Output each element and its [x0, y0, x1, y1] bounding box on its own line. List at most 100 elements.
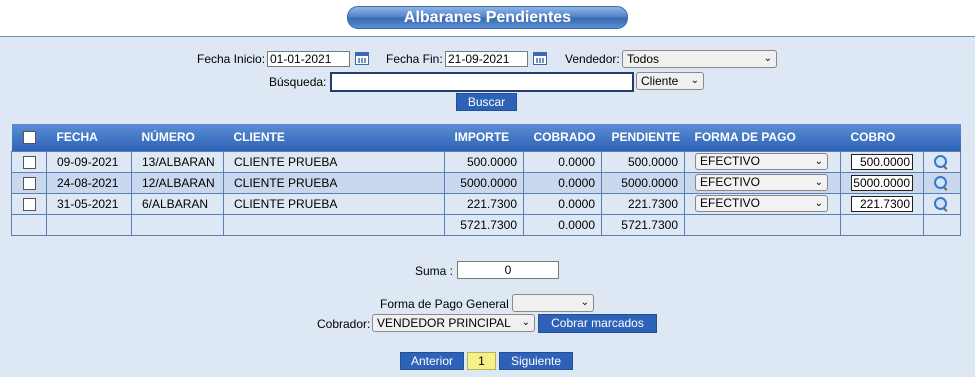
suma-input[interactable]: 0	[457, 261, 559, 279]
header-cobro: COBRO	[840, 124, 924, 151]
chevron-down-icon: ⌄	[814, 156, 823, 167]
header-numero: NÚMERO	[131, 124, 224, 151]
cell-forma-pago: EFECTIVO ⌄	[684, 171, 841, 194]
vendedor-select[interactable]: Todos ⌄	[622, 50, 777, 68]
total-importe: 5721.7300	[444, 213, 524, 236]
header-fecha: FECHA	[46, 124, 132, 151]
search-field-value: Cliente	[641, 74, 679, 88]
cell-view	[923, 171, 961, 194]
table-row: 31-05-2021 6/ALBARAN CLIENTE PRUEBA 221.…	[11, 192, 961, 215]
previous-page-button[interactable]: Anterior	[400, 352, 464, 370]
cobrar-marcados-button[interactable]: Cobrar marcados	[538, 314, 657, 333]
chevron-down-icon: ⌄	[763, 53, 772, 64]
totals-empty-cell	[223, 213, 445, 236]
cell-forma-pago: EFECTIVO ⌄	[684, 150, 841, 173]
row-checkbox[interactable]	[22, 155, 36, 169]
calendar-icon[interactable]	[533, 52, 547, 65]
cell-fecha: 09-09-2021	[46, 150, 132, 173]
select-all-checkbox[interactable]	[22, 131, 36, 145]
row-select-cell	[11, 171, 47, 194]
fecha-fin-label: Fecha Fin:	[386, 52, 443, 66]
magnifier-icon[interactable]	[934, 175, 948, 190]
forma-pago-value: EFECTIVO	[700, 196, 761, 210]
totals-empty-cell	[923, 213, 961, 236]
fecha-fin-input[interactable]: 21-09-2021	[445, 51, 528, 67]
forma-pago-value: EFECTIVO	[700, 154, 761, 168]
buscar-button[interactable]: Buscar	[456, 93, 517, 111]
cell-view	[923, 150, 961, 173]
total-cobrado: 0.0000	[523, 213, 602, 236]
cell-numero: 6/ALBARAN	[131, 192, 224, 215]
cell-importe: 221.7300	[444, 192, 524, 215]
totals-row: 5721.7300 0.0000 5721.7300	[11, 213, 961, 236]
cell-importe: 500.0000	[444, 150, 524, 173]
forma-pago-select[interactable]: EFECTIVO ⌄	[695, 174, 828, 191]
cell-cobrado: 0.0000	[523, 171, 602, 194]
cell-cliente: CLIENTE PRUEBA	[223, 171, 445, 194]
forma-pago-select[interactable]: EFECTIVO ⌄	[695, 195, 828, 212]
table-row: 24-08-2021 12/ALBARAN CLIENTE PRUEBA 500…	[11, 171, 961, 194]
cell-pendiente: 221.7300	[601, 192, 685, 215]
search-field-select[interactable]: Cliente ⌄	[636, 72, 704, 90]
cell-cliente: CLIENTE PRUEBA	[223, 150, 445, 173]
vendedor-select-value: Todos	[627, 52, 660, 66]
totals-empty-cell	[684, 213, 841, 236]
cell-cobrado: 0.0000	[523, 192, 602, 215]
cobro-input[interactable]: 5000.0000	[851, 174, 913, 191]
magnifier-icon[interactable]	[934, 196, 948, 211]
suma-label: Suma :	[415, 264, 454, 278]
cobro-input[interactable]: 221.7300	[851, 195, 913, 212]
magnifier-icon[interactable]	[934, 154, 948, 169]
cobrador-label: Cobrador:	[317, 317, 371, 331]
header-forma-pago: FORMA DE PAGO	[684, 124, 841, 151]
fecha-inicio-input[interactable]: 01-01-2021	[267, 51, 350, 67]
header-pendiente: PENDIENTE	[601, 124, 685, 151]
header-importe: IMPORTE	[444, 124, 524, 151]
forma-pago-value: EFECTIVO	[700, 175, 761, 189]
totals-empty-cell	[131, 213, 224, 236]
cobro-input[interactable]: 500.0000	[851, 153, 913, 170]
table-row: 09-09-2021 13/ALBARAN CLIENTE PRUEBA 500…	[11, 150, 961, 173]
cell-numero: 12/ALBARAN	[131, 171, 224, 194]
cobrador-value: VENDEDOR PRINCIPAL	[377, 316, 511, 330]
calendar-icon[interactable]	[355, 52, 369, 65]
cell-pendiente: 5000.0000	[601, 171, 685, 194]
chevron-down-icon: ⌄	[690, 75, 699, 86]
chevron-down-icon: ⌄	[580, 297, 589, 308]
row-checkbox[interactable]	[22, 176, 36, 190]
cell-fecha: 31-05-2021	[46, 192, 132, 215]
cell-cobrado: 0.0000	[523, 150, 602, 173]
cell-importe: 5000.0000	[444, 171, 524, 194]
chevron-down-icon: ⌄	[521, 317, 530, 328]
current-page-indicator[interactable]: 1	[467, 352, 496, 370]
forma-pago-general-select[interactable]: ⌄	[512, 294, 594, 312]
cobrador-select[interactable]: VENDEDOR PRINCIPAL ⌄	[372, 314, 535, 332]
fecha-inicio-label: Fecha Inicio:	[197, 52, 266, 66]
cell-numero: 13/ALBARAN	[131, 150, 224, 173]
total-pendiente: 5721.7300	[601, 213, 685, 236]
row-select-cell	[11, 192, 47, 215]
forma-pago-general-label: Forma de Pago General	[380, 297, 509, 311]
header-actions	[923, 124, 961, 151]
cell-cobro: 500.0000	[840, 150, 924, 173]
header-cobrado: COBRADO	[523, 124, 602, 151]
totals-empty-cell	[840, 213, 924, 236]
row-select-cell	[11, 150, 47, 173]
cell-cliente: CLIENTE PRUEBA	[223, 192, 445, 215]
forma-pago-select[interactable]: EFECTIVO ⌄	[695, 153, 828, 170]
cell-fecha: 24-08-2021	[46, 171, 132, 194]
table-header-row: FECHA NÚMERO CLIENTE IMPORTE COBRADO PEN…	[11, 124, 961, 151]
cell-pendiente: 500.0000	[601, 150, 685, 173]
search-input[interactable]	[330, 72, 634, 92]
cell-cobro: 5000.0000	[840, 171, 924, 194]
header-cliente: CLIENTE	[223, 124, 445, 151]
page-title: Albaranes Pendientes	[347, 6, 628, 29]
next-page-button[interactable]: Siguiente	[499, 352, 573, 370]
select-all-header	[11, 124, 47, 151]
totals-empty-cell	[11, 213, 47, 236]
row-checkbox[interactable]	[22, 197, 36, 211]
vendedor-label: Vendedor:	[565, 52, 620, 66]
cell-forma-pago: EFECTIVO ⌄	[684, 192, 841, 215]
chevron-down-icon: ⌄	[814, 177, 823, 188]
albaranes-table: FECHA NÚMERO CLIENTE IMPORTE COBRADO PEN…	[11, 124, 961, 236]
